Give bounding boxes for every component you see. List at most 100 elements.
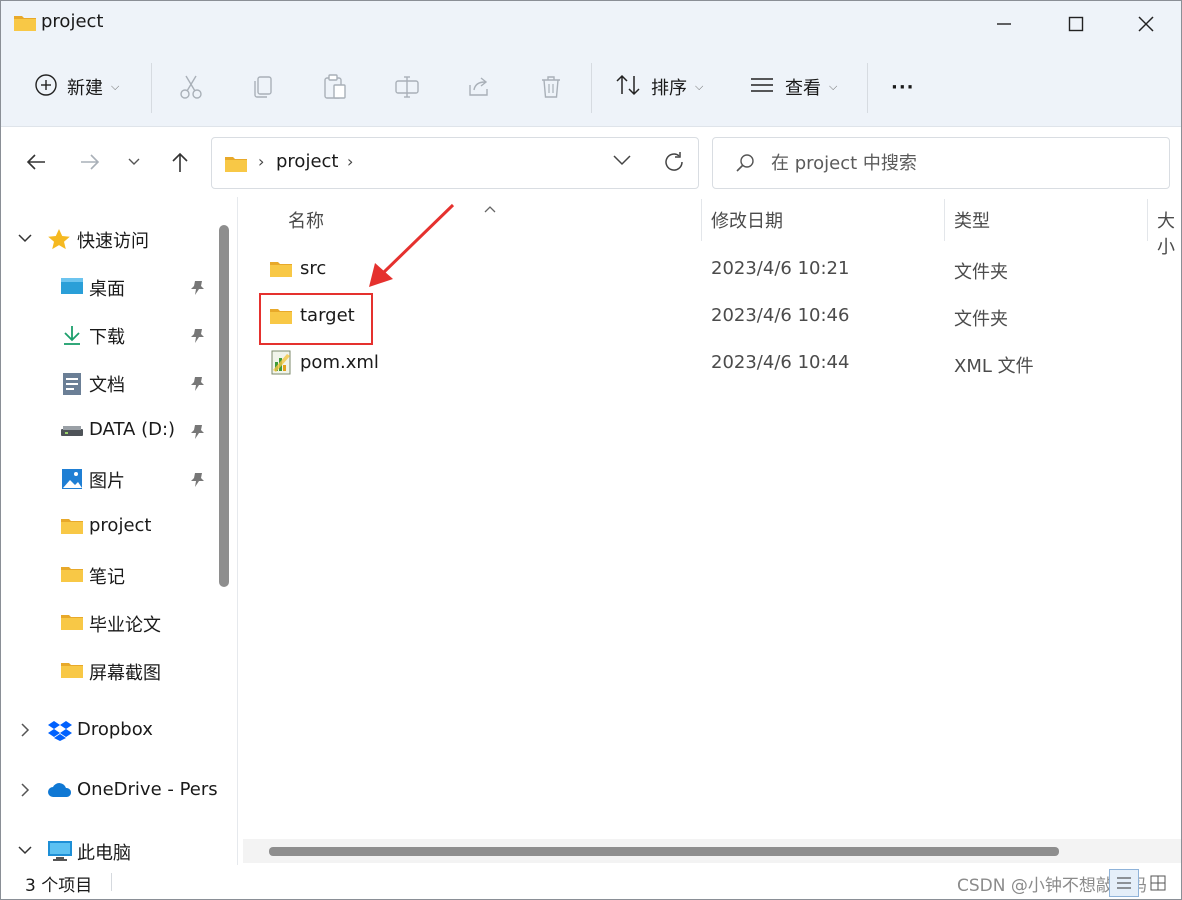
tiles-view-icon	[1150, 875, 1166, 891]
highlight-box	[259, 293, 373, 345]
plus-circle-icon	[35, 73, 57, 101]
sort-button[interactable]: 排序 ⌵	[615, 69, 703, 105]
sort-label: 排序	[651, 78, 687, 99]
breadcrumb-project[interactable]: project	[276, 151, 338, 172]
search-box[interactable]	[712, 137, 1170, 189]
chevron-down-icon: ⌵	[695, 80, 704, 93]
back-button[interactable]	[19, 145, 53, 179]
pane-divider[interactable]	[237, 197, 238, 865]
sidebar-item-label: 毕业论文	[89, 615, 161, 636]
file-row-src[interactable]: src 2023/4/6 10:21 文件夹	[259, 248, 1159, 292]
more-options-button[interactable]: ···	[891, 69, 915, 105]
desktop-icon	[60, 276, 84, 301]
folder-icon	[60, 612, 84, 637]
sidebar-item-data-drive[interactable]: DATA (D:)	[1, 411, 215, 451]
sidebar-item-quick-access[interactable]: 快速访问	[1, 219, 215, 259]
pin-icon[interactable]	[189, 375, 207, 398]
cut-icon[interactable]	[177, 73, 205, 101]
details-view-button[interactable]	[1109, 869, 1139, 897]
window-title: project	[41, 11, 104, 32]
column-divider[interactable]	[1147, 199, 1148, 241]
sidebar-item-label: project	[89, 515, 152, 536]
chevron-down-icon: ⌵	[829, 80, 838, 93]
chevron-right-icon[interactable]	[17, 782, 33, 803]
chevron-down-icon: ⌵	[111, 80, 120, 93]
sidebar-item-label: 此电脑	[77, 843, 131, 864]
minimize-button[interactable]	[969, 1, 1039, 47]
sidebar-item-label: 图片	[89, 471, 125, 492]
file-type: 文件夹	[954, 262, 1008, 283]
file-row-pom[interactable]: pom.xml 2023/4/6 10:44 XML 文件	[259, 342, 1159, 386]
pin-icon[interactable]	[189, 423, 207, 446]
file-row-target[interactable]: target 2023/4/6 10:46 文件夹	[259, 295, 1159, 339]
horizontal-scrollbar[interactable]	[243, 839, 1181, 863]
scrollbar-thumb[interactable]	[269, 847, 1059, 856]
delete-icon[interactable]	[537, 73, 565, 101]
pin-icon[interactable]	[189, 279, 207, 302]
forward-button[interactable]	[73, 145, 107, 179]
chevron-down-icon	[128, 158, 140, 165]
file-name[interactable]: pom.xml	[300, 352, 379, 373]
status-bar: 3 个项目 CSDN @小钟不想敲代码	[1, 865, 1181, 899]
copy-icon[interactable]	[249, 73, 277, 101]
tiles-view-button[interactable]	[1143, 869, 1173, 897]
pin-icon[interactable]	[189, 327, 207, 350]
file-name[interactable]: src	[300, 258, 326, 279]
chevron-right-icon[interactable]	[17, 722, 33, 743]
sidebar-item-pictures[interactable]: 图片	[1, 459, 215, 499]
column-header-type[interactable]: 类型	[954, 207, 990, 233]
paste-icon[interactable]	[321, 73, 349, 101]
download-icon	[62, 324, 82, 351]
sidebar-item-desktop[interactable]: 桌面	[1, 267, 215, 307]
toolbar-divider	[591, 63, 592, 113]
address-bar[interactable]: › project ›	[211, 137, 699, 189]
refresh-icon	[665, 152, 683, 171]
address-dropdown-button[interactable]	[612, 152, 632, 171]
command-bar: 新建 ⌵ 排序 ⌵ 查看 ⌵ ···	[1, 47, 1181, 127]
folder-icon	[224, 154, 248, 178]
file-modified: 2023/4/6 10:21	[711, 258, 850, 279]
chevron-down-icon[interactable]	[17, 842, 33, 863]
file-list: 名称 修改日期 类型 大小 src 2023/4/6 10:21 文件夹 tar…	[243, 197, 1181, 865]
maximize-button[interactable]	[1041, 1, 1111, 47]
rename-icon[interactable]	[393, 73, 421, 101]
column-divider[interactable]	[701, 199, 702, 241]
details-view-icon	[1117, 877, 1131, 889]
sidebar-item-onedrive[interactable]: OneDrive - Pers	[1, 771, 218, 811]
column-header-modified[interactable]: 修改日期	[711, 207, 783, 233]
breadcrumb-separator[interactable]: ›	[258, 152, 264, 171]
sidebar-item-dropbox[interactable]: Dropbox	[1, 711, 215, 751]
chevron-down-icon[interactable]	[17, 230, 33, 251]
sidebar-item-label: DATA (D:)	[89, 419, 176, 440]
close-button[interactable]	[1111, 1, 1181, 47]
up-button[interactable]	[163, 145, 197, 179]
sort-ascending-icon	[483, 199, 497, 218]
sidebar-item-notes[interactable]: 笔记	[1, 555, 215, 595]
pictures-icon	[61, 468, 83, 495]
folder-icon	[60, 564, 84, 589]
sidebar-item-screenshots[interactable]: 屏幕截图	[1, 651, 215, 691]
share-icon[interactable]	[465, 73, 493, 101]
sidebar-scrollbar[interactable]	[219, 225, 229, 587]
new-button[interactable]: 新建 ⌵	[35, 69, 119, 105]
folder-icon	[269, 259, 293, 283]
pin-icon[interactable]	[189, 471, 207, 494]
view-button[interactable]: 查看 ⌵	[749, 69, 837, 105]
file-modified: 2023/4/6 10:46	[711, 305, 850, 326]
breadcrumb-separator[interactable]: ›	[347, 152, 353, 171]
recent-locations-button[interactable]	[117, 145, 151, 179]
dropbox-icon	[47, 720, 73, 747]
search-input[interactable]	[771, 150, 1151, 176]
column-header-name[interactable]: 名称	[288, 207, 324, 233]
arrow-up-icon	[172, 152, 188, 172]
sidebar-item-documents[interactable]: 文档	[1, 363, 215, 403]
column-divider[interactable]	[944, 199, 945, 241]
sidebar-item-thesis[interactable]: 毕业论文	[1, 603, 215, 643]
xml-file-icon	[269, 350, 293, 380]
refresh-button[interactable]	[662, 150, 686, 178]
column-header-size[interactable]: 大小	[1157, 207, 1181, 259]
status-divider	[111, 873, 112, 891]
sidebar-item-project[interactable]: project	[1, 507, 215, 547]
sidebar-item-downloads[interactable]: 下载	[1, 315, 215, 355]
sidebar-item-label: 屏幕截图	[89, 663, 161, 684]
